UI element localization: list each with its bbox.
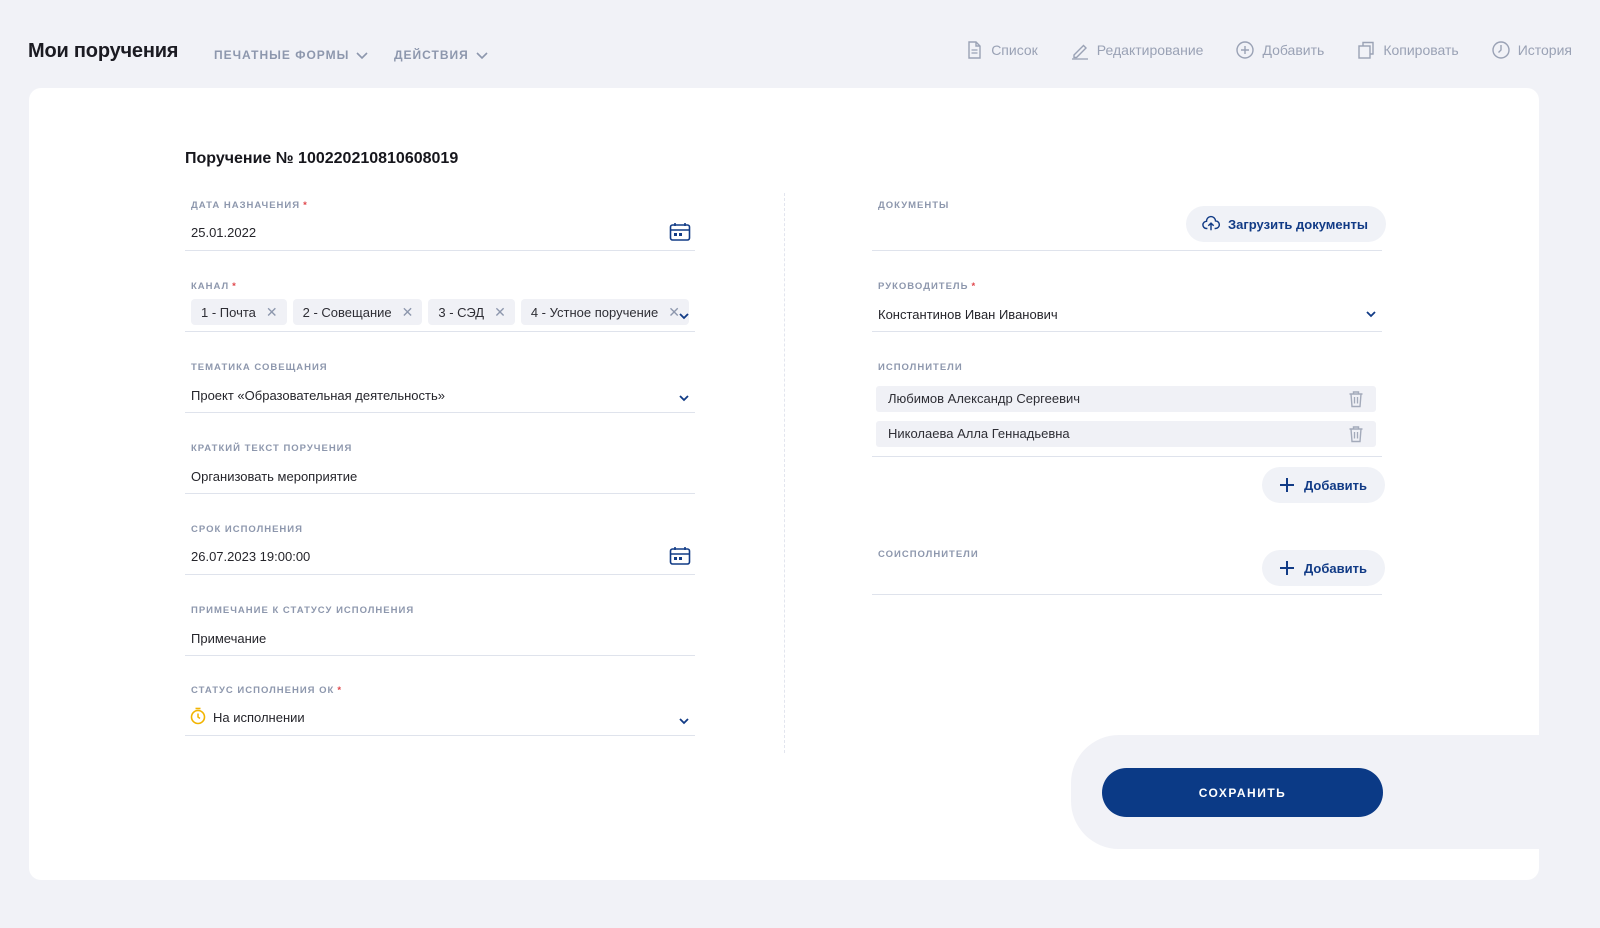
timer-icon — [190, 707, 206, 725]
history-button-label: История — [1517, 42, 1572, 58]
chevron-down-icon[interactable] — [677, 714, 691, 728]
copy-icon — [1358, 41, 1375, 59]
deadline-value: 26.07.2023 19:00:00 — [191, 549, 311, 564]
clock-icon — [1492, 41, 1510, 59]
list-button-label: Список — [991, 42, 1038, 58]
documents-label: ДОКУМЕНТЫ — [878, 200, 950, 211]
assignment-title: Поручение № 100220210810608019 — [185, 150, 459, 167]
short-text-field[interactable]: КРАТКИЙ ТЕКСТ ПОРУЧЕНИЯ Организовать мер… — [185, 443, 695, 494]
upload-documents-button[interactable]: Загрузить документы — [1186, 206, 1386, 242]
edit-button-label: Редактирование — [1096, 42, 1204, 58]
copy-button[interactable]: Копировать — [1356, 40, 1459, 60]
plus-icon — [1280, 478, 1294, 492]
chevron-down-icon — [356, 52, 368, 60]
edit-button[interactable]: Редактирование — [1070, 40, 1204, 60]
trash-icon[interactable] — [1348, 425, 1364, 443]
add-button[interactable]: Добавить — [1235, 40, 1324, 60]
calendar-icon[interactable] — [669, 222, 691, 242]
close-icon[interactable]: ✕ — [402, 304, 414, 321]
column-divider — [784, 193, 785, 753]
chevron-down-icon[interactable] — [677, 391, 691, 405]
channel-label: КАНАЛ * — [191, 281, 237, 292]
manager-label: РУКОВОДИТЕЛЬ * — [878, 281, 977, 292]
top-bar: Мои поручения ПЕЧАТНЫЕ ФОРМЫ ДЕЙСТВИЯ Сп… — [0, 0, 1600, 90]
list-button[interactable]: Список — [964, 40, 1038, 60]
add-executor-button[interactable]: Добавить — [1262, 467, 1385, 503]
executor-item: Николаева Алла Геннадьевна — [876, 421, 1376, 447]
history-button[interactable]: История — [1491, 40, 1572, 60]
assign-date-field[interactable]: ДАТА НАЗНАЧЕНИЯ * 25.01.2022 — [185, 200, 695, 251]
add-executor-label: Добавить — [1304, 477, 1367, 493]
print-forms-menu-label: ПЕЧАТНЫЕ ФОРМЫ — [214, 48, 350, 62]
status-note-label: ПРИМЕЧАНИЕ К СТАТУСУ ИСПОЛНЕНИЯ — [191, 605, 415, 616]
upload-documents-label: Загрузить документы — [1228, 216, 1368, 232]
short-text-label: КРАТКИЙ ТЕКСТ ПОРУЧЕНИЯ — [191, 443, 353, 454]
trash-icon[interactable] — [1348, 390, 1364, 408]
channel-chip: 1 - Почта ✕ — [191, 299, 287, 325]
manager-value: Константинов Иван Иванович — [878, 307, 1058, 322]
plus-circle-icon — [1236, 41, 1255, 59]
channel-field[interactable]: КАНАЛ * 1 - Почта ✕ 2 - Совещание ✕ 3 - СЭД… — [185, 281, 695, 332]
meeting-topic-field[interactable]: ТЕМАТИКА СОВЕЩАНИЯ Проект «Образовательн… — [185, 362, 695, 413]
executors-field: ИСПОЛНИТЕЛИ Любимов Александр Сергеевич … — [872, 362, 1382, 457]
toolbar: Список Редактирование Добавить Копироват… — [964, 40, 1572, 60]
pencil-icon — [1071, 44, 1088, 60]
cloud-upload-icon — [1202, 215, 1220, 231]
close-icon[interactable]: ✕ — [266, 304, 278, 321]
assign-date-value: 25.01.2022 — [191, 225, 257, 240]
channel-chip: 4 - Устное поручение ✕ — [520, 299, 689, 325]
meeting-topic-label: ТЕМАТИКА СОВЕЩАНИЯ — [191, 362, 328, 373]
add-coexecutor-label: Добавить — [1304, 560, 1367, 576]
status-value: На исполнении — [213, 710, 305, 725]
add-coexecutor-button[interactable]: Добавить — [1262, 550, 1385, 586]
add-button-label: Добавить — [1262, 42, 1325, 58]
channel-chip: 2 - Совещание ✕ — [292, 299, 423, 325]
deadline-field[interactable]: СРОК ИСПОЛНЕНИЯ 26.07.2023 19:00:00 — [185, 524, 695, 575]
page-title: Мои поручения — [28, 40, 179, 62]
coexecutors-label: СОИСПОЛНИТЕЛИ — [878, 549, 979, 560]
executor-name: Любимов Александр Сергеевич — [888, 391, 1081, 406]
meeting-topic-value: Проект «Образовательная деятельность» — [191, 388, 445, 403]
status-note-value: Примечание — [191, 631, 267, 646]
manager-field[interactable]: РУКОВОДИТЕЛЬ * Константинов Иван Иванович — [872, 281, 1382, 332]
chevron-down-icon[interactable] — [1364, 307, 1378, 321]
document-icon — [968, 41, 981, 59]
calendar-icon[interactable] — [669, 546, 691, 566]
chevron-down-icon — [476, 52, 488, 60]
executor-item: Любимов Александр Сергеевич — [876, 386, 1376, 412]
print-forms-menu[interactable]: ПЕЧАТНЫЕ ФОРМЫ — [214, 48, 369, 62]
assign-date-label: ДАТА НАЗНАЧЕНИЯ * — [191, 200, 308, 211]
close-icon[interactable]: ✕ — [494, 304, 506, 321]
save-button[interactable]: СОХРАНИТЬ — [1102, 768, 1383, 817]
executor-name: Николаева Алла Геннадьевна — [888, 426, 1070, 441]
status-label: СТАТУС ИСПОЛНЕНИЯ ОК * — [191, 685, 343, 696]
copy-button-label: Копировать — [1383, 42, 1459, 58]
actions-menu-label: ДЕЙСТВИЯ — [394, 48, 469, 62]
status-note-field[interactable]: ПРИМЕЧАНИЕ К СТАТУСУ ИСПОЛНЕНИЯ Примечан… — [185, 605, 695, 656]
actions-menu[interactable]: ДЕЙСТВИЯ — [394, 48, 489, 62]
channel-chips: 1 - Почта ✕ 2 - Совещание ✕ 3 - СЭД ✕ 4 - У… — [191, 299, 689, 325]
status-field[interactable]: СТАТУС ИСПОЛНЕНИЯ ОК * На исполнении — [185, 685, 695, 736]
short-text-value: Организовать мероприятие — [191, 469, 358, 484]
chevron-down-icon[interactable] — [677, 309, 691, 323]
channel-chip: 3 - СЭД ✕ — [428, 299, 515, 325]
deadline-label: СРОК ИСПОЛНЕНИЯ — [191, 524, 303, 535]
executors-label: ИСПОЛНИТЕЛИ — [878, 362, 963, 373]
plus-icon — [1280, 561, 1294, 575]
